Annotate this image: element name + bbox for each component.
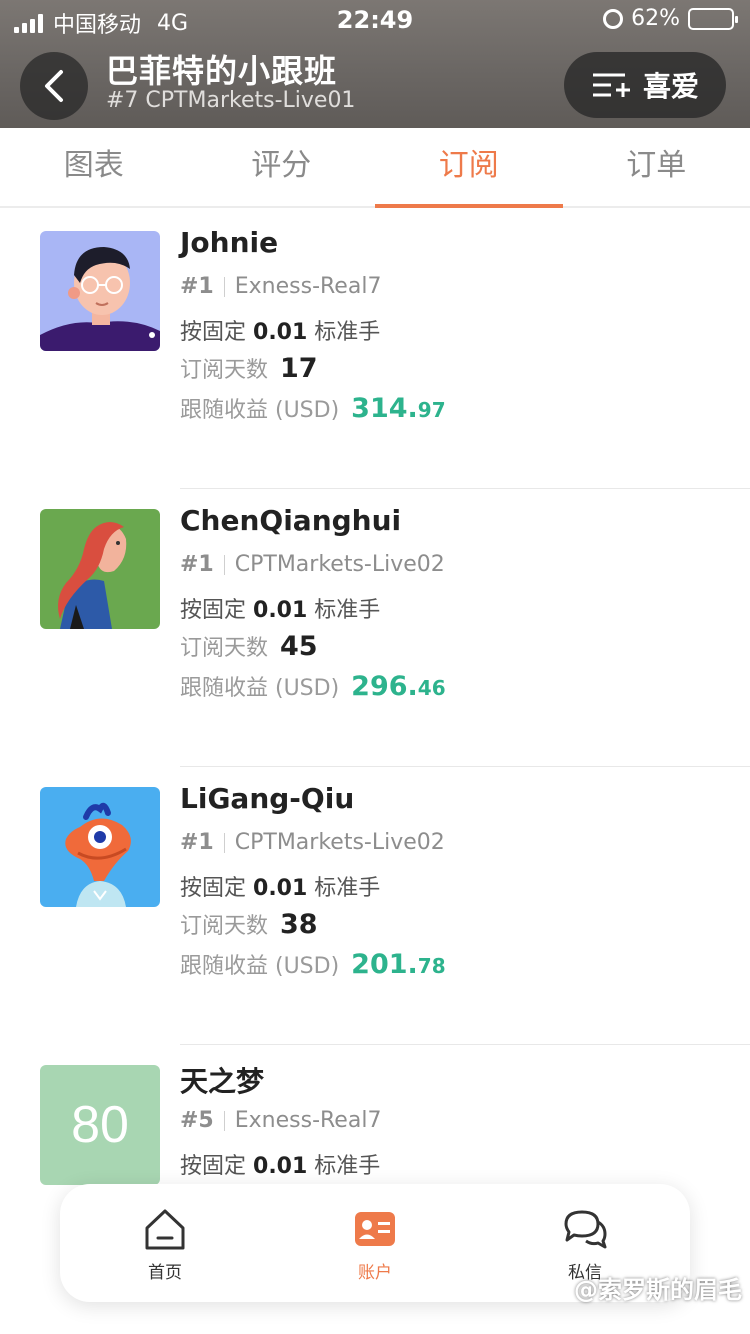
- trader-account: Exness-Real7: [234, 1108, 382, 1133]
- avatar-cyclops-character-icon: [40, 787, 160, 907]
- nav-home[interactable]: 首页: [60, 1184, 270, 1302]
- profit-label: 跟随收益 (USD): [180, 398, 340, 423]
- app-header: 中国移动 4G 22:49 62% 巴菲特的小跟班 #7 CPTMarkets-…: [0, 0, 750, 128]
- trader-rank: #1: [180, 552, 214, 577]
- favorite-button[interactable]: 喜爱: [564, 52, 726, 118]
- chevron-left-icon: [45, 70, 63, 102]
- trader-account-line: #1 CPTMarkets-Live02: [180, 830, 445, 855]
- avatar: 80: [40, 1065, 160, 1185]
- copy-mode-prefix: 按固定: [180, 320, 247, 345]
- profit-label: 跟随收益 (USD): [180, 676, 340, 701]
- copy-lots: 0.01: [253, 1154, 308, 1179]
- subscription-list: Johnie #1 Exness-Real7 按固定 0.01 标准手 订阅天数…: [0, 210, 750, 1322]
- nav-home-label: 首页: [148, 1263, 182, 1283]
- subscription-days-line: 订阅天数 38: [180, 908, 318, 940]
- nav-account[interactable]: 账户: [270, 1184, 480, 1302]
- subscription-card[interactable]: ChenQianghui #1 CPTMarkets-Live02 按固定 0.…: [0, 488, 750, 766]
- copy-mode-suffix: 标准手: [314, 320, 381, 345]
- subscription-card[interactable]: LiGang-Qiu #1 CPTMarkets-Live02 按固定 0.01…: [0, 766, 750, 1044]
- days-value: 45: [280, 631, 318, 662]
- home-icon: [145, 1209, 185, 1250]
- alarm-icon: [603, 8, 624, 29]
- trader-account-line: #5 Exness-Real7: [180, 1108, 381, 1133]
- favorite-label: 喜爱: [642, 70, 699, 103]
- copy-mode-prefix: 按固定: [180, 598, 247, 623]
- copy-mode-line: 按固定 0.01 标准手: [180, 870, 380, 902]
- profit-line: 跟随收益 (USD) 201. 78: [180, 948, 446, 980]
- days-label: 订阅天数: [180, 636, 269, 661]
- tab-orders[interactable]: 订单: [563, 128, 750, 206]
- copy-mode-suffix: 标准手: [314, 1154, 381, 1179]
- trader-account: Exness-Real7: [234, 274, 382, 299]
- copy-lots: 0.01: [253, 598, 308, 623]
- days-label: 订阅天数: [180, 914, 269, 939]
- divider: [223, 276, 225, 297]
- days-value: 38: [280, 909, 318, 940]
- avatar-man-glasses-icon: [40, 231, 160, 351]
- trader-name: Johnie: [180, 226, 279, 259]
- avatar: [40, 509, 160, 629]
- divider: [223, 554, 225, 575]
- profit-value-dec: 78: [417, 954, 446, 978]
- nav-account-label: 账户: [358, 1263, 392, 1283]
- trader-account-line: #1 Exness-Real7: [180, 274, 381, 299]
- copy-mode-line: 按固定 0.01 标准手: [180, 314, 380, 346]
- tab-chart[interactable]: 图表: [0, 128, 188, 206]
- profit-line: 跟随收益 (USD) 314. 97: [180, 392, 446, 424]
- subscription-days-line: 订阅天数 45: [180, 630, 318, 662]
- battery-icon: [688, 7, 738, 30]
- avatar: [40, 787, 160, 907]
- watermark: @索罗斯的眉毛: [574, 1276, 742, 1304]
- copy-mode-prefix: 按固定: [180, 876, 247, 901]
- trader-account: CPTMarkets-Live02: [234, 552, 445, 577]
- profit-value-dec: 97: [417, 398, 446, 422]
- divider: [223, 832, 225, 853]
- trader-name: ChenQianghui: [180, 504, 402, 537]
- copy-mode-prefix: 按固定: [180, 1154, 247, 1179]
- days-value: 17: [280, 353, 318, 384]
- status-bar-right: 62%: [603, 6, 738, 31]
- profit-value-int: 296.: [351, 671, 418, 702]
- trader-rank: #1: [180, 830, 214, 855]
- subscription-card[interactable]: Johnie #1 Exness-Real7 按固定 0.01 标准手 订阅天数…: [0, 210, 750, 488]
- trader-name: 天之梦: [180, 1065, 265, 1098]
- trader-rank: #5: [180, 1108, 214, 1133]
- trader-account: CPTMarkets-Live02: [234, 830, 445, 855]
- subscription-days-line: 订阅天数 17: [180, 352, 318, 384]
- avatar-text: 80: [40, 1065, 160, 1185]
- status-bar: 中国移动 4G 22:49 62%: [0, 0, 750, 40]
- copy-lots: 0.01: [253, 320, 308, 345]
- battery-percent: 62%: [631, 6, 680, 31]
- page-title: 巴菲特的小跟班: [106, 52, 338, 90]
- copy-mode-line: 按固定 0.01 标准手: [180, 592, 380, 624]
- trader-name: LiGang-Qiu: [180, 782, 355, 815]
- divider: [223, 1110, 225, 1131]
- tab-subscriptions[interactable]: 订阅: [375, 128, 563, 208]
- days-label: 订阅天数: [180, 358, 269, 383]
- copy-mode-suffix: 标准手: [314, 876, 381, 901]
- chat-bubbles-icon: [564, 1210, 607, 1249]
- tab-bar: 图表 评分 订阅 订单: [0, 128, 750, 208]
- tab-rating[interactable]: 评分: [188, 128, 376, 206]
- add-to-list-icon: [592, 73, 630, 97]
- copy-mode-line: 按固定 0.01 标准手: [180, 1148, 380, 1180]
- profit-value-int: 201.: [351, 949, 418, 980]
- account-card-icon: [355, 1212, 395, 1246]
- trader-rank: #1: [180, 274, 214, 299]
- profit-line: 跟随收益 (USD) 296. 46: [180, 670, 446, 702]
- copy-lots: 0.01: [253, 876, 308, 901]
- avatar: [40, 231, 160, 351]
- copy-mode-suffix: 标准手: [314, 598, 381, 623]
- trader-account-line: #1 CPTMarkets-Live02: [180, 552, 445, 577]
- profit-value-dec: 46: [417, 676, 446, 700]
- back-button[interactable]: [20, 52, 88, 120]
- profit-value-int: 314.: [351, 393, 418, 424]
- avatar-woman-profile-icon: [40, 509, 160, 629]
- page-subtitle: #7 CPTMarkets-Live01: [106, 88, 356, 113]
- profit-label: 跟随收益 (USD): [180, 954, 340, 979]
